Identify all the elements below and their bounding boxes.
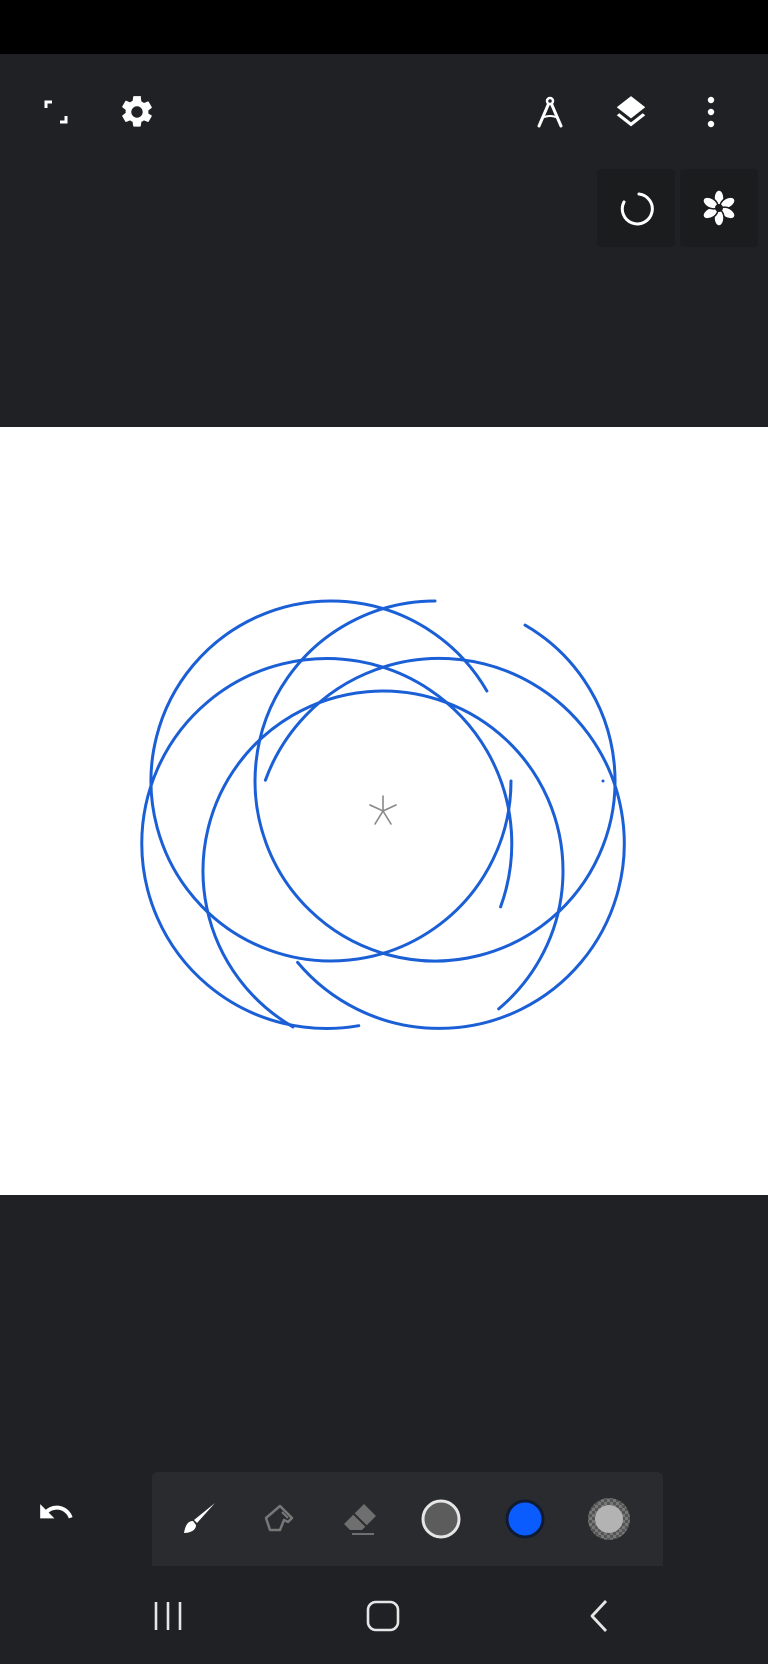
- home-icon: [366, 1600, 400, 1632]
- drawn-arc: [201, 689, 565, 1029]
- recent-apps-icon: [154, 1602, 182, 1630]
- brush-size-icon: [421, 1499, 461, 1539]
- home-button[interactable]: [343, 1588, 423, 1644]
- more-options-button[interactable]: [683, 84, 739, 140]
- recent-apps-button[interactable]: [128, 1588, 208, 1644]
- settings-button[interactable]: [109, 84, 165, 140]
- back-button[interactable]: [560, 1588, 640, 1644]
- drawn-arc: [149, 599, 513, 963]
- eraser-tool[interactable]: [329, 1487, 393, 1551]
- compass-button[interactable]: [522, 84, 578, 140]
- undo-button[interactable]: [28, 1484, 84, 1540]
- bottom-toolbar: [152, 1472, 663, 1566]
- flower-symmetry-icon: [702, 189, 736, 227]
- canvas-drawing: [140, 599, 626, 1030]
- asterisk-icon: [369, 795, 397, 825]
- rotate-button[interactable]: [597, 169, 675, 247]
- undo-icon: [40, 1504, 73, 1519]
- brush-size-tool[interactable]: [409, 1487, 473, 1551]
- spirograph-arcs: [140, 599, 626, 1030]
- smudge-tool[interactable]: [247, 1487, 311, 1551]
- smudge-icon: [264, 1504, 294, 1532]
- top-app-bar: [0, 54, 768, 164]
- fullscreen-icon: [44, 100, 68, 124]
- drawn-arc: [140, 657, 514, 1030]
- more-vert-icon: [707, 96, 715, 128]
- brush-tool[interactable]: [167, 1487, 231, 1551]
- layers-icon: [616, 96, 646, 127]
- system-nav-bar: [0, 1566, 768, 1664]
- symmetry-button[interactable]: [680, 169, 758, 247]
- drawn-arc: [263, 656, 626, 1030]
- opacity-tool[interactable]: [577, 1487, 641, 1551]
- drawing-canvas[interactable]: [0, 427, 768, 1195]
- back-icon: [590, 1600, 608, 1632]
- opacity-icon: [588, 1498, 630, 1540]
- compass-icon: [537, 96, 563, 128]
- brush-icon: [184, 1503, 215, 1533]
- eraser-icon: [344, 1504, 376, 1535]
- status-bar: [0, 0, 768, 54]
- color-tool[interactable]: [493, 1487, 557, 1551]
- color-swatch-icon: [505, 1499, 545, 1539]
- layers-button[interactable]: [603, 84, 659, 140]
- drawn-arc: [253, 599, 617, 963]
- rotate-icon: [620, 192, 654, 226]
- fullscreen-button[interactable]: [28, 84, 84, 140]
- settings-icon: [122, 96, 152, 127]
